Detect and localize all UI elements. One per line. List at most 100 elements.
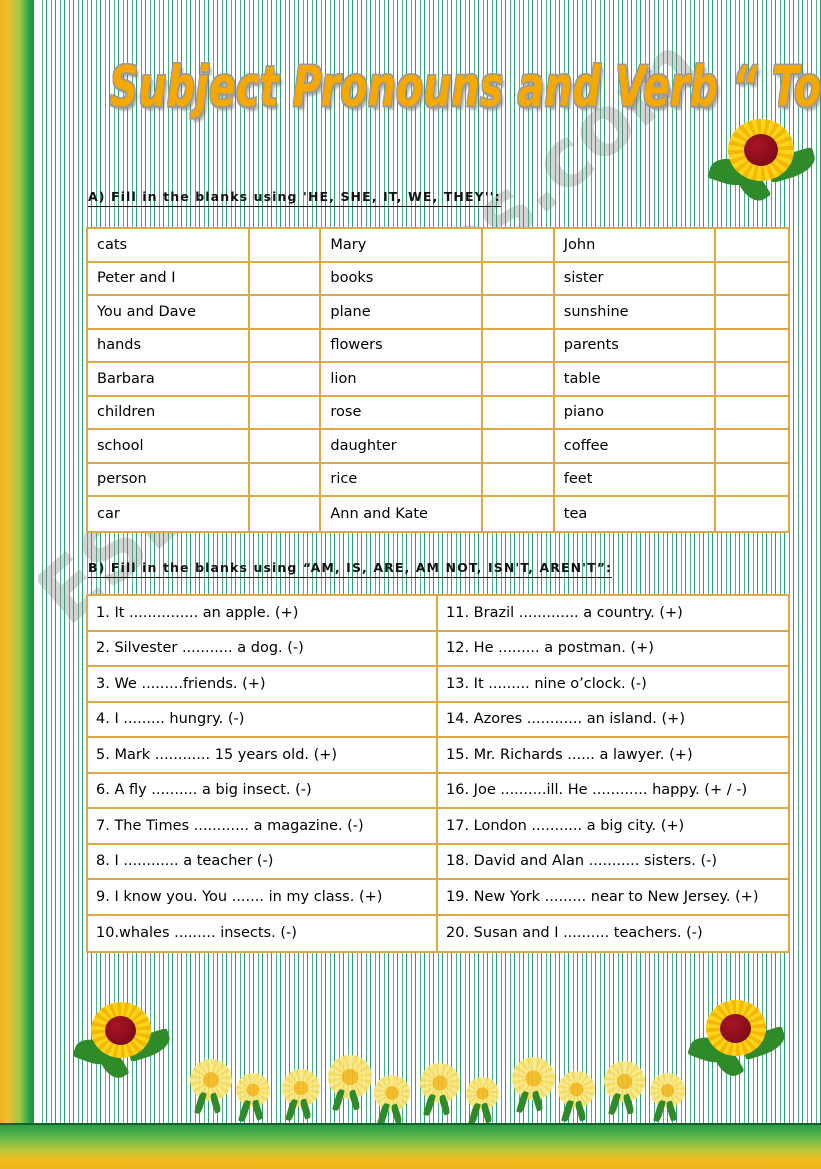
exercise-item[interactable]: 4. I ......... hungry. (-) xyxy=(88,702,438,738)
table-row: 2. Silvester ........... a dog. (-) 12. H… xyxy=(88,631,788,667)
noun-cell: daughter xyxy=(321,430,484,464)
border-flower-icon xyxy=(420,1063,460,1129)
section-b-heading: B) Fill in the blanks using “AM, IS, ARE… xyxy=(88,560,613,578)
answer-blank-cell[interactable] xyxy=(249,497,322,531)
sunflower-icon-bottom-left xyxy=(72,1000,174,1083)
noun-cell: John xyxy=(554,229,717,263)
noun-cell: lion xyxy=(321,363,484,397)
exercise-item[interactable]: 20. Susan and I .......... teachers. (-) xyxy=(438,915,788,951)
sunflower-icon-top-right xyxy=(707,115,819,207)
answer-blank-cell[interactable] xyxy=(249,229,322,263)
flower-border-row xyxy=(190,1053,700,1127)
border-flower-icon xyxy=(190,1059,232,1127)
noun-cell: rice xyxy=(321,463,484,497)
exercise-item[interactable]: 16. Joe ..........ill. He ............ h… xyxy=(438,773,788,809)
exercise-item[interactable]: 8. I ............ a teacher (-) xyxy=(88,844,438,880)
answer-blank-cell[interactable] xyxy=(483,262,555,296)
noun-cell: car xyxy=(88,497,250,531)
exercise-item[interactable]: 2. Silvester ........... a dog. (-) xyxy=(88,631,438,667)
answer-blank-cell[interactable] xyxy=(249,396,322,430)
answer-blank-cell[interactable] xyxy=(249,463,322,497)
page-title: Subject Pronouns and Verb “ To Be ” xyxy=(110,56,821,120)
answer-blank-cell[interactable] xyxy=(249,329,322,363)
table-row: Peter and I books sister xyxy=(88,262,788,296)
answer-blank-cell[interactable] xyxy=(716,262,788,296)
border-flower-icon xyxy=(328,1055,372,1125)
noun-cell: Mary xyxy=(321,229,484,263)
noun-cell: sister xyxy=(554,262,717,296)
noun-cell: person xyxy=(88,463,250,497)
noun-cell: cats xyxy=(88,229,250,263)
table-row: school daughter coffee xyxy=(88,430,788,464)
noun-cell: children xyxy=(88,396,250,430)
table-row: person rice feet xyxy=(88,463,788,497)
table-row: 6. A fly .......... a big insect. (-) 16.… xyxy=(88,773,788,809)
answer-blank-cell[interactable] xyxy=(716,463,788,497)
answer-blank-cell[interactable] xyxy=(716,396,788,430)
page-edge-left xyxy=(0,0,34,1169)
answer-blank-cell[interactable] xyxy=(716,296,788,330)
noun-cell: tea xyxy=(554,497,717,531)
answer-blank-cell[interactable] xyxy=(483,430,555,464)
table-row: 10.whales ......... insects. (-) 20. Susa… xyxy=(88,915,788,951)
exercise-item[interactable]: 17. London ........... a big city. (+) xyxy=(438,809,788,845)
border-flower-leaf xyxy=(468,1102,482,1126)
noun-cell: You and Dave xyxy=(88,296,250,330)
answer-blank-cell[interactable] xyxy=(249,363,322,397)
exercise-item[interactable]: 5. Mark ............ 15 years old. (+) xyxy=(88,738,438,774)
table-row: 4. I ......... hungry. (-) 14. Azores ...… xyxy=(88,702,788,738)
exercise-item[interactable]: 10.whales ......... insects. (-) xyxy=(88,915,438,951)
exercise-item[interactable]: 11. Brazil ............. a country. (+) xyxy=(438,596,788,632)
exercise-item[interactable]: 15. Mr. Richards ...... a lawyer. (+) xyxy=(438,738,788,774)
page-title-container: Subject Pronouns and Verb “ To Be ” xyxy=(110,56,821,126)
table-row: 8. I ............ a teacher (-) 18. David… xyxy=(88,844,788,880)
table-row: children rose piano xyxy=(88,396,788,430)
exercise-item[interactable]: 12. He ......... a postman. (+) xyxy=(438,631,788,667)
table-row: hands flowers parents xyxy=(88,329,788,363)
noun-cell: piano xyxy=(554,396,717,430)
border-flower-icon xyxy=(512,1057,555,1126)
answer-blank-cell[interactable] xyxy=(483,396,555,430)
answer-blank-cell[interactable] xyxy=(483,296,555,330)
pronouns-table-body: cats Mary John Peter and Ibooks sister You an… xyxy=(88,229,788,531)
exercise-item[interactable]: 18. David and Alan ........... sisters. … xyxy=(438,844,788,880)
answer-blank-cell[interactable] xyxy=(249,262,322,296)
table-row: 1. It ............... an apple. (+) 11. B… xyxy=(88,596,788,632)
noun-cell: table xyxy=(554,363,717,397)
exercise-item[interactable]: 13. It ......... nine o’clock. (-) xyxy=(438,667,788,703)
exercise-item[interactable]: 19. New York ......... near to New Jerse… xyxy=(438,880,788,916)
answer-blank-cell[interactable] xyxy=(716,497,788,531)
table-row: Barbara lion table xyxy=(88,363,788,397)
answer-blank-cell[interactable] xyxy=(716,229,788,263)
flower-center-icon xyxy=(105,1016,136,1045)
noun-cell: rose xyxy=(321,396,484,430)
answer-blank-cell[interactable] xyxy=(716,363,788,397)
sunflower-icon-bottom-right xyxy=(687,998,789,1081)
exercise-item[interactable]: 6. A fly .......... a big insect. (-) xyxy=(88,773,438,809)
table-row: 9. I know you. You ....... in my class. … xyxy=(88,880,788,916)
answer-blank-cell[interactable] xyxy=(483,363,555,397)
table-row: 3. We .........friends. (+) 13. It ......… xyxy=(88,667,788,703)
exercise-item[interactable]: 7. The Times ............ a magazine. (-… xyxy=(88,809,438,845)
answer-blank-cell[interactable] xyxy=(483,329,555,363)
exercise-item[interactable]: 9. I know you. You ....... in my class. … xyxy=(88,880,438,916)
answer-blank-cell[interactable] xyxy=(483,497,555,531)
answer-blank-cell[interactable] xyxy=(249,296,322,330)
table-row: 5. Mark ............ 15 years old. (+) 15… xyxy=(88,738,788,774)
section-a-heading: A) Fill in the blanks using 'HE, SHE, IT… xyxy=(88,189,501,207)
table-row: 7. The Times ............ a magazine. (-… xyxy=(88,809,788,845)
answer-blank-cell[interactable] xyxy=(716,430,788,464)
noun-cell: Barbara xyxy=(88,363,250,397)
noun-cell: hands xyxy=(88,329,250,363)
answer-blank-cell[interactable] xyxy=(249,430,322,464)
answer-blank-cell[interactable] xyxy=(483,463,555,497)
table-row: You and Dave plane sunshine xyxy=(88,296,788,330)
exercise-item[interactable]: 3. We .........friends. (+) xyxy=(88,667,438,703)
flower-center-icon xyxy=(720,1014,751,1043)
exercise-item[interactable]: 1. It ............... an apple. (+) xyxy=(88,596,438,632)
noun-cell: sunshine xyxy=(554,296,717,330)
exercise-item[interactable]: 14. Azores ............ an island. (+) xyxy=(438,702,788,738)
noun-cell: flowers xyxy=(321,329,484,363)
answer-blank-cell[interactable] xyxy=(483,229,555,263)
answer-blank-cell[interactable] xyxy=(716,329,788,363)
